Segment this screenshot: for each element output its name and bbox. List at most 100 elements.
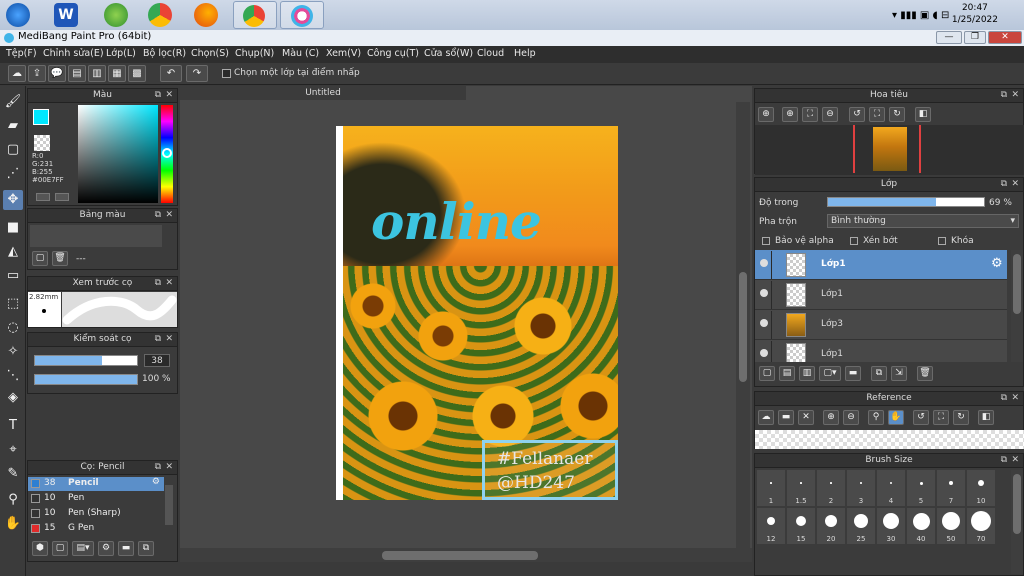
layer-row[interactable]: Lớp1 xyxy=(755,340,1007,362)
layer-list-scrollbar[interactable] xyxy=(1011,250,1023,362)
ref-rotate-right-icon[interactable]: ↻ xyxy=(953,410,969,425)
primary-color-swatch[interactable] xyxy=(33,109,49,125)
popout-icon[interactable]: ⧉ xyxy=(155,462,161,472)
redo-icon[interactable]: ↷ xyxy=(186,65,208,82)
popout-icon[interactable]: ⧉ xyxy=(1001,393,1007,403)
layer-row[interactable]: Lớp3 xyxy=(755,310,1007,340)
close-icon[interactable]: ✕ xyxy=(1011,90,1019,100)
brush-menu-icon[interactable]: ▤▾ xyxy=(72,541,94,556)
popout-icon[interactable]: ⧉ xyxy=(1001,90,1007,100)
brush-size-cell[interactable]: 4 xyxy=(877,470,905,506)
tray-icons[interactable]: ▾ ▮▮▮ ▣ ◖ ⊟ xyxy=(892,10,949,21)
color-remove-button[interactable] xyxy=(55,193,69,201)
vertical-scroll-thumb[interactable] xyxy=(739,272,747,382)
brush-list-item[interactable]: 10 Pen xyxy=(28,492,164,506)
saturation-value-picker[interactable] xyxy=(78,105,158,203)
chrome-taskbar-icon[interactable] xyxy=(148,3,172,27)
lasso-tool-icon[interactable]: ◌ xyxy=(3,318,23,338)
close-icon[interactable]: ✕ xyxy=(1011,179,1019,189)
brush-list-item[interactable]: 15 G Pen xyxy=(28,522,164,536)
brush-size-cell[interactable]: 20 xyxy=(817,508,845,544)
brush-size-cell[interactable]: 70 xyxy=(967,508,995,544)
reference-canvas[interactable] xyxy=(755,430,1024,449)
color-add-button[interactable] xyxy=(36,193,50,201)
brush-size-cell[interactable]: 5 xyxy=(907,470,935,506)
popout-icon[interactable]: ⧉ xyxy=(1001,455,1007,465)
brush-size-cell[interactable]: 10 xyxy=(967,470,995,506)
brush-size-cell[interactable]: 7 xyxy=(937,470,965,506)
delete-palette-icon[interactable]: 🗑 xyxy=(52,251,68,266)
duplicate-icon[interactable]: ⧉ xyxy=(138,541,154,556)
minimize-button[interactable]: — xyxy=(936,31,962,44)
close-icon[interactable]: ✕ xyxy=(165,334,173,344)
word-taskbar-icon[interactable]: W xyxy=(54,3,78,27)
delete-layer-icon[interactable]: 🗑 xyxy=(917,366,933,381)
rotate-right-icon[interactable]: ↻ xyxy=(889,107,905,122)
menu-filter[interactable]: Bộ lọc(R) xyxy=(143,48,186,59)
menu-window[interactable]: Cửa sổ(W) xyxy=(424,48,473,59)
popout-icon[interactable]: ⧉ xyxy=(155,90,161,100)
cloud-icon[interactable]: ☁ xyxy=(8,65,26,82)
taskbar-clock[interactable]: 20:47 1/25/2022 xyxy=(952,2,998,26)
brush-size-cell[interactable]: 15 xyxy=(787,508,815,544)
close-icon[interactable]: ✕ xyxy=(165,462,173,472)
select-eraser-tool-icon[interactable]: ◈ xyxy=(3,388,23,408)
duplicate-layer-icon[interactable]: ⧉ xyxy=(871,366,887,381)
layer-scroll-thumb[interactable] xyxy=(1013,254,1021,314)
brush-size-cell[interactable]: 40 xyxy=(907,508,935,544)
add-layer-menu-icon[interactable]: ▢▾ xyxy=(819,366,841,381)
blend-mode-select[interactable]: Bình thường ▾ xyxy=(827,214,1019,228)
menu-tools[interactable]: Công cụ(T) xyxy=(367,48,419,59)
close-icon[interactable]: ✕ xyxy=(1011,393,1019,403)
brush-size-scrollbar[interactable] xyxy=(1011,470,1023,574)
grid-icon[interactable]: ▦ xyxy=(108,65,126,82)
brush-opacity-slider[interactable] xyxy=(34,374,138,385)
hue-handle[interactable] xyxy=(162,148,172,158)
merge-layer-icon[interactable]: ⇲ xyxy=(891,366,907,381)
protect-alpha-checkbox[interactable] xyxy=(762,237,770,245)
close-reference-icon[interactable]: ✕ xyxy=(798,410,814,425)
brush-list-item[interactable]: 38 Pencil ⚙ xyxy=(28,477,164,491)
rectangle-tool-icon[interactable]: ▢ xyxy=(3,140,23,160)
brush-size-slider[interactable] xyxy=(34,355,138,366)
folder-icon[interactable]: ▬ xyxy=(118,541,134,556)
canvas-area[interactable]: online #Fellanaer @HD247 xyxy=(180,86,752,562)
ref-fit-icon[interactable]: ⛶ xyxy=(933,410,949,425)
operation-tool-icon[interactable]: ⌖ xyxy=(3,440,23,460)
menu-help[interactable]: Help xyxy=(514,48,536,59)
brush-size-value[interactable]: 38 xyxy=(144,354,170,367)
popout-icon[interactable]: ⧉ xyxy=(1001,179,1007,189)
brush-size-cell[interactable]: 3 xyxy=(847,470,875,506)
layer-folder-icon[interactable]: ▬ xyxy=(845,366,861,381)
vertical-scrollbar[interactable] xyxy=(736,102,750,548)
chrome-active-taskbar-button[interactable] xyxy=(233,1,277,29)
navigator-preview[interactable] xyxy=(755,125,1024,175)
select-pen-tool-icon[interactable]: ⋱ xyxy=(3,366,23,386)
new-halftone-layer-icon[interactable]: ▤ xyxy=(779,366,795,381)
brush-size-scroll-thumb[interactable] xyxy=(1013,474,1021,534)
rotate-left-icon[interactable]: ↺ xyxy=(849,107,865,122)
close-icon[interactable]: ✕ xyxy=(165,278,173,288)
eye-icon[interactable] xyxy=(760,319,768,327)
dot-tool-icon[interactable]: ⋰ xyxy=(3,164,23,184)
menu-capture[interactable]: Chụp(N) xyxy=(235,48,274,59)
eraser-tool-icon[interactable]: ▰ xyxy=(3,116,23,136)
menu-color[interactable]: Màu (C) xyxy=(282,48,319,59)
app-taskbar-icon[interactable] xyxy=(104,3,128,27)
eye-icon[interactable] xyxy=(760,259,768,267)
new-8bit-layer-icon[interactable]: ▥ xyxy=(799,366,815,381)
brush-list-item[interactable]: 10 Pen (Sharp) xyxy=(28,507,164,521)
comment-icon[interactable]: 💬 xyxy=(48,65,66,82)
maximize-button[interactable]: ❐ xyxy=(964,31,986,44)
menu-select[interactable]: Chọn(S) xyxy=(191,48,229,59)
brush-size-cell[interactable]: 2 xyxy=(817,470,845,506)
reset-view-icon[interactable]: ⛶ xyxy=(869,107,885,122)
gear-icon[interactable]: ⚙ xyxy=(991,256,1003,271)
eye-icon[interactable] xyxy=(760,349,768,357)
close-icon[interactable]: ✕ xyxy=(165,210,173,220)
menu-file[interactable]: Tệp(F) xyxy=(6,48,37,59)
gradient-tool-icon[interactable]: ▭ xyxy=(3,266,23,286)
new-layer-icon[interactable]: ▢ xyxy=(759,366,775,381)
tiles-icon[interactable]: ▩ xyxy=(128,65,146,82)
brush-size-cell[interactable]: 25 xyxy=(847,508,875,544)
